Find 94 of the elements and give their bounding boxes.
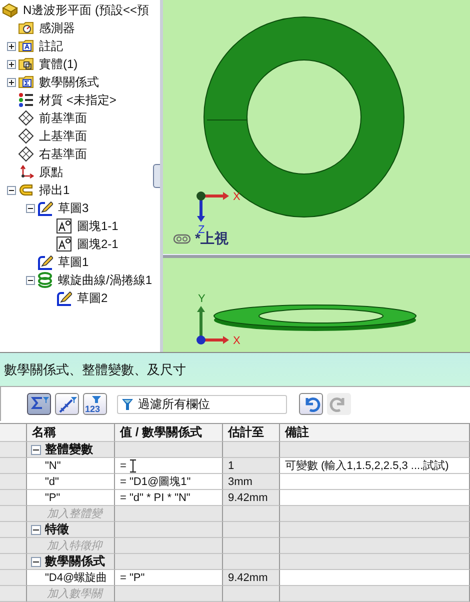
material-icon <box>18 92 34 108</box>
row-header <box>0 474 27 490</box>
tree-item-label[interactable]: 材質 <未指定> <box>38 92 118 108</box>
column-header[interactable]: 備註 <box>280 424 470 442</box>
part-icon <box>2 2 18 18</box>
tree-item-label[interactable]: 數學關係式 <box>38 74 100 90</box>
collapse-toggle[interactable] <box>26 276 34 284</box>
column-header[interactable]: 名稱 <box>27 424 115 442</box>
equation-folder-icon <box>18 74 34 90</box>
group-label: 整體變數 <box>45 442 93 457</box>
table-cell: "P" <box>27 490 115 506</box>
table-cell[interactable]: = "P" <box>115 570 223 586</box>
table-cell: 可變數 (輸入1,1.5,2,2.5,3 ....試試) <box>280 458 470 474</box>
block-icon <box>56 236 72 252</box>
table-cell <box>223 538 280 554</box>
sketch-icon <box>37 200 53 216</box>
tree-item-label[interactable]: 螺旋曲線/渦捲線1 <box>57 272 154 288</box>
view-toggle-button[interactable]: 123 <box>83 393 107 415</box>
column-header[interactable]: 估計至 <box>223 424 280 442</box>
tree-item-label[interactable]: 原點 <box>38 164 64 180</box>
sketch-icon <box>37 254 53 270</box>
undo-button[interactable] <box>299 393 323 415</box>
tree-item-label[interactable]: 實體(1) <box>38 56 79 72</box>
row-header <box>0 586 27 602</box>
annotation-folder-icon <box>18 38 34 54</box>
panel-collapse-handle[interactable] <box>153 164 160 188</box>
collapse-toggle[interactable] <box>26 204 34 212</box>
group-label: 數學關係式 <box>45 554 105 569</box>
table-cell <box>223 586 280 602</box>
tree-item-label[interactable]: 草圖3 <box>57 200 90 216</box>
tree-item-label[interactable]: 前基準面 <box>38 110 88 126</box>
collapse-toggle[interactable] <box>31 524 41 534</box>
table-cell[interactable]: = "D1@圖塊1" <box>115 474 223 490</box>
solid-folder-icon <box>18 56 34 72</box>
row-header <box>0 538 27 554</box>
plane-icon <box>18 128 34 144</box>
expand-toggle[interactable] <box>6 42 16 50</box>
collapse-toggle[interactable] <box>31 556 41 566</box>
tree-item-label[interactable]: 右基準面 <box>38 146 88 162</box>
table-cell: "N" <box>27 458 115 474</box>
tree-item-label[interactable]: N邊波形平面 (預設<<預 <box>22 2 150 18</box>
view-toggle-button[interactable] <box>55 393 79 415</box>
plane-icon <box>18 146 34 162</box>
table-cell: 3mm <box>223 474 280 490</box>
column-header[interactable]: 值 / 數學關係式 <box>115 424 223 442</box>
table-cell[interactable]: = "d" * PI * "N" <box>115 490 223 506</box>
number-label: 123 <box>85 404 100 414</box>
table-cell <box>223 554 280 570</box>
origin-icon <box>18 164 34 180</box>
table-cell: "D4@螺旋曲 <box>27 570 115 586</box>
helix-icon <box>37 272 53 288</box>
table-cell[interactable]: = <box>115 458 223 474</box>
collapse-toggle[interactable] <box>6 186 16 194</box>
group-label: 特徵 <box>45 522 69 537</box>
view-toggle-button[interactable] <box>27 393 51 415</box>
row-header <box>0 506 27 522</box>
tree-item-label[interactable]: 草圖1 <box>57 254 90 270</box>
text-cursor-icon <box>129 458 138 472</box>
tree-item-label[interactable]: 圖塊1-1 <box>76 218 120 234</box>
row-header <box>0 458 27 474</box>
table-cell: 9.42mm <box>223 490 280 506</box>
table-cell <box>223 522 280 538</box>
sweep-icon <box>18 182 34 198</box>
tree-item-label[interactable]: 感測器 <box>38 20 76 36</box>
row-header <box>0 490 27 506</box>
origin-dot-icon <box>196 191 206 201</box>
tree-item-label[interactable]: 圖塊2-1 <box>76 236 120 252</box>
expand-toggle[interactable] <box>6 60 16 68</box>
sensor-folder-icon <box>18 20 34 36</box>
sketch-icon <box>56 290 72 306</box>
table-cell <box>223 506 280 522</box>
axis-label: X <box>233 191 240 203</box>
table-cell <box>223 442 280 458</box>
filter-field[interactable]: 過濾所有欄位 <box>117 394 287 414</box>
expand-toggle[interactable] <box>6 78 16 86</box>
collapse-toggle[interactable] <box>31 444 41 454</box>
tree-item-label[interactable]: 掃出1 <box>38 182 71 198</box>
table-cell: 1 <box>223 458 280 474</box>
table-cell: "d" <box>27 474 115 490</box>
origin-dot-icon <box>196 335 206 346</box>
table-cell: 9.42mm <box>223 570 280 586</box>
block-icon <box>56 218 72 234</box>
tree-item-label[interactable]: 草圖2 <box>76 290 109 306</box>
filter-icon <box>122 398 133 410</box>
axis-label: Y <box>198 293 206 306</box>
plane-icon <box>18 110 34 126</box>
filter-icon <box>92 396 101 403</box>
dimension-filter-icon <box>56 395 78 413</box>
link-icon <box>173 234 191 244</box>
row-header <box>0 570 27 586</box>
tree-item-label[interactable]: 上基準面 <box>38 128 88 144</box>
axis-label: X <box>233 335 240 348</box>
tree-item-label[interactable]: 註記 <box>38 38 64 54</box>
panel-title: 數學關係式、整體變數、及尺寸 <box>0 352 470 386</box>
